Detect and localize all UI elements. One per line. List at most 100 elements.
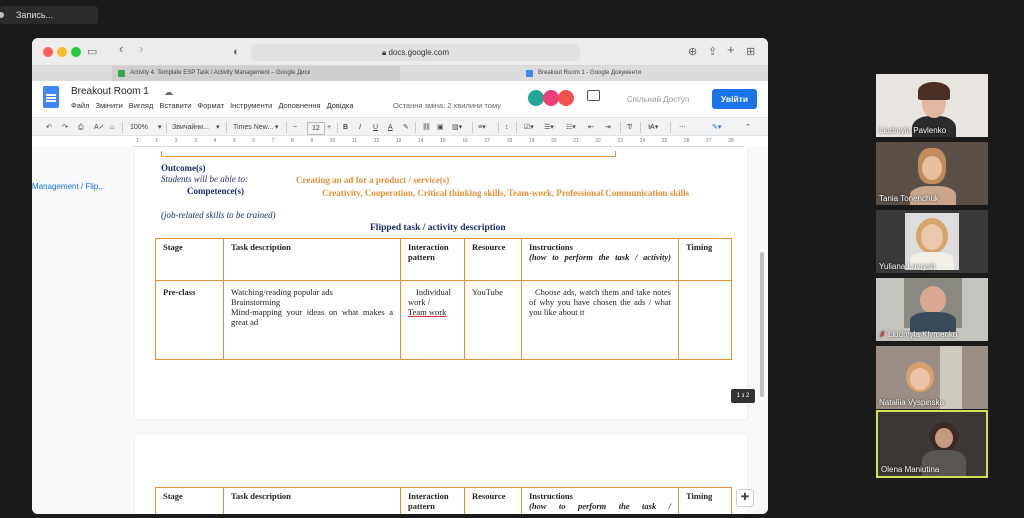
- new-tab-icon[interactable]: +: [727, 43, 735, 57]
- flipped-title: Flipped task / activity description: [370, 223, 506, 233]
- cell-stage[interactable]: Pre-class: [155, 280, 224, 360]
- collaborator-avatar[interactable]: [558, 90, 574, 106]
- ruler-mark: 11: [351, 138, 358, 144]
- ruler[interactable]: 1 1 2 3 4 5 6 7 8 9 10 11 12 13 14 15 16…: [132, 136, 744, 147]
- document-page[interactable]: Outcome(s) Students will be able to: Cre…: [135, 147, 747, 419]
- participant-name: Yuliana Lavrysh: [879, 262, 936, 271]
- comment-history-icon[interactable]: [587, 90, 600, 101]
- header-instructions-title: Instructions: [529, 491, 573, 501]
- print-icon[interactable]: ⎙: [78, 122, 84, 133]
- menu-view[interactable]: Вигляд: [129, 101, 154, 110]
- line-spacing-icon[interactable]: ↕: [505, 122, 509, 133]
- hide-menus-icon[interactable]: ⌃: [745, 122, 751, 133]
- participant-tile[interactable]: Yuliana Lavrysh: [876, 210, 988, 273]
- spellcheck-icon[interactable]: A✓: [94, 122, 105, 133]
- tab-overview-icon[interactable]: ⊞: [746, 45, 755, 59]
- redo-icon[interactable]: ↷: [62, 122, 68, 133]
- minimize-window-button[interactable]: [57, 47, 67, 57]
- address-bar[interactable]: 🔒︎ docs.google.com: [251, 44, 580, 61]
- participant-name: Liudmyla Pavlenko: [879, 126, 947, 135]
- header-timing: Timing: [678, 487, 732, 514]
- cell-interaction[interactable]: Individual work / Team work: [400, 280, 465, 360]
- menu-format[interactable]: Формат: [197, 101, 224, 110]
- sidebar-toggle-icon[interactable]: ▭: [87, 45, 97, 59]
- decrease-font-size-icon[interactable]: −: [293, 122, 297, 133]
- input-tools-icon[interactable]: Ꙗ▾: [648, 122, 658, 133]
- insert-image-icon[interactable]: ▨▾: [452, 122, 462, 133]
- collaborator-avatar[interactable]: [528, 90, 544, 106]
- back-icon[interactable]: ‹: [119, 42, 123, 56]
- align-icon[interactable]: ≡▾: [478, 122, 486, 133]
- paragraph-style-select[interactable]: Звичайни...: [172, 122, 209, 133]
- tab-drive[interactable]: Activity 4. Template ESP Task / Activity…: [112, 66, 400, 81]
- link-icon[interactable]: ⛓: [422, 122, 431, 133]
- recording-indicator[interactable]: Запись...: [0, 6, 98, 24]
- undo-icon[interactable]: ↶: [46, 122, 52, 133]
- menu-file[interactable]: Файл: [71, 101, 89, 110]
- signin-button[interactable]: Увійти: [712, 89, 757, 109]
- paint-format-icon[interactable]: ⌂: [110, 122, 114, 133]
- docs-header: Breakout Room 1 ☁ Файл Змінити Вигляд Вс…: [32, 81, 768, 115]
- header-instructions: Instructions (how to perform the task / …: [521, 238, 679, 281]
- outcome-heading: Outcome(s): [161, 163, 206, 173]
- checklist-icon[interactable]: ☑▾: [524, 122, 534, 133]
- explore-icon[interactable]: ✚: [736, 489, 754, 507]
- ruler-mark: 26: [683, 138, 690, 144]
- share-icon[interactable]: ⇪: [708, 45, 717, 59]
- participant-tile[interactable]: Nataliia Vyspinska: [876, 346, 988, 409]
- cell-timing[interactable]: [678, 280, 732, 360]
- clear-formatting-icon[interactable]: T̸: [627, 122, 631, 133]
- browser-titlebar: ▭ ‹ › ◐ 🔒︎ docs.google.com ⊕ ⇪ + ⊞: [32, 38, 768, 66]
- close-window-button[interactable]: [43, 47, 53, 57]
- docs-logo-icon[interactable]: [43, 86, 59, 108]
- underline-icon[interactable]: U: [373, 122, 378, 133]
- increase-indent-icon[interactable]: ⇥: [605, 122, 611, 133]
- document-canvas[interactable]: Management / Flip... Outcome(s) Students…: [32, 147, 768, 514]
- last-edit-link[interactable]: Остання зміна: 2 хвилини тому: [393, 101, 501, 110]
- numbered-list-icon[interactable]: ☷▾: [566, 122, 576, 133]
- cell-instructions[interactable]: Choose ads, watch them and take notes of…: [521, 280, 679, 360]
- document-title[interactable]: Breakout Room 1: [71, 86, 149, 97]
- italic-icon[interactable]: I: [359, 122, 361, 133]
- cell-task[interactable]: Watching/reading popular ads Brainstormi…: [223, 280, 401, 360]
- chevron-down-icon[interactable]: ▾: [158, 122, 162, 133]
- ruler-mark: 6: [252, 138, 256, 144]
- vertical-scrollbar[interactable]: [760, 252, 764, 397]
- header-resource: Resource: [464, 487, 522, 514]
- menu-insert[interactable]: Вставити: [159, 101, 191, 110]
- menu-addons[interactable]: Доповнення: [278, 101, 320, 110]
- add-comment-icon[interactable]: ▣: [437, 122, 444, 133]
- participant-tile[interactable]: ✗ Liudmyla Klymenko: [876, 278, 988, 341]
- participant-tile-active-speaker[interactable]: Olena Maniutina: [876, 410, 988, 478]
- share-button-label[interactable]: Спільний Доступ: [608, 91, 708, 109]
- menu-edit[interactable]: Змінити: [95, 101, 122, 110]
- participant-tile[interactable]: Tania Tonenchuk: [876, 142, 988, 205]
- chevron-down-icon[interactable]: ▾: [275, 122, 279, 133]
- interaction-text-1: Individual work /: [408, 287, 451, 307]
- participant-name-row: ✗ Liudmyla Klymenko: [879, 330, 957, 339]
- decrease-indent-icon[interactable]: ⇤: [588, 122, 594, 133]
- more-icon[interactable]: ⋯: [679, 122, 686, 133]
- font-size-input[interactable]: 12: [307, 122, 325, 135]
- download-icon[interactable]: ⊕: [688, 45, 697, 59]
- editing-mode-icon[interactable]: ✎▾: [712, 122, 721, 133]
- participant-tile[interactable]: Liudmyla Pavlenko: [876, 74, 988, 137]
- chevron-down-icon[interactable]: ▾: [216, 122, 220, 133]
- tab-docs[interactable]: Breakout Room 1 - Google Документи: [520, 66, 768, 81]
- text-color-icon[interactable]: A: [388, 122, 393, 133]
- menu-help[interactable]: Довідка: [327, 101, 354, 110]
- bulleted-list-icon[interactable]: ☰▾: [544, 122, 554, 133]
- cell-resource[interactable]: YouTube: [464, 280, 522, 360]
- forward-icon[interactable]: ›: [139, 42, 143, 56]
- maximize-window-button[interactable]: [71, 47, 81, 57]
- zoom-select[interactable]: 100%: [130, 122, 148, 133]
- increase-font-size-icon[interactable]: +: [327, 122, 331, 133]
- document-page[interactable]: Stage Task description Interaction patte…: [135, 434, 747, 514]
- highlight-icon[interactable]: ✎: [403, 122, 409, 133]
- collaborator-avatar[interactable]: [543, 90, 559, 106]
- outline-heading-link[interactable]: Management / Flip...: [32, 182, 105, 191]
- competence-label: Competence(s): [187, 186, 244, 196]
- font-family-select[interactable]: Times New...: [233, 122, 273, 133]
- bold-icon[interactable]: B: [343, 122, 348, 133]
- menu-tools[interactable]: Інструменти: [230, 101, 272, 110]
